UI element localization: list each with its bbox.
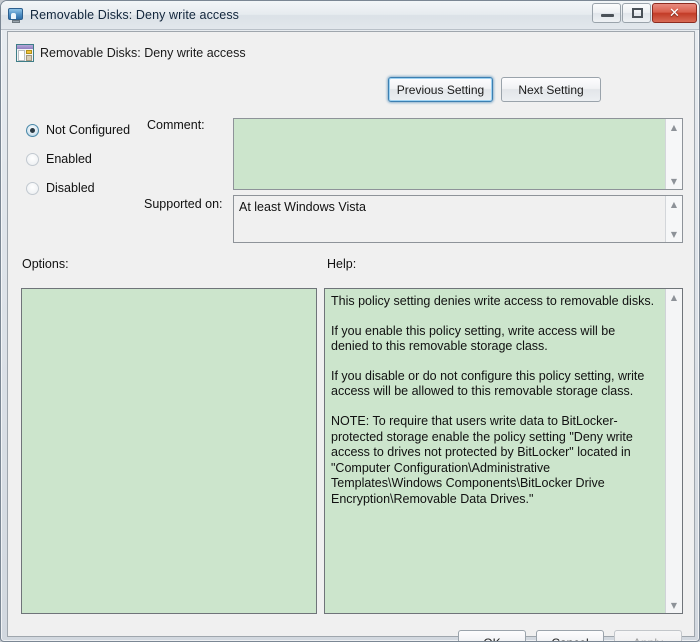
supported-on-value: At least Windows Vista bbox=[239, 200, 366, 214]
radio-enabled-label: Enabled bbox=[46, 152, 92, 166]
scroll-down-icon[interactable]: ▼ bbox=[666, 597, 682, 613]
radio-not-configured-indicator[interactable] bbox=[26, 123, 39, 137]
scroll-down-icon[interactable]: ▼ bbox=[666, 173, 682, 189]
close-icon: ✕ bbox=[669, 5, 680, 21]
radio-enabled[interactable]: Enabled bbox=[26, 151, 92, 167]
title-bar[interactable]: Removable Disks: Deny write access ✕ bbox=[1, 1, 699, 30]
window-controls: ✕ bbox=[591, 2, 697, 24]
help-text: This policy setting denies write access … bbox=[331, 294, 656, 508]
options-label: Options: bbox=[22, 257, 69, 271]
next-setting-button[interactable]: Next Setting bbox=[501, 77, 601, 102]
maximize-icon bbox=[632, 8, 643, 18]
supported-on-label: Supported on: bbox=[144, 197, 223, 211]
help-label: Help: bbox=[327, 257, 357, 271]
supported-on-scrollbar[interactable]: ▲ ▼ bbox=[665, 196, 682, 242]
apply-button: Apply bbox=[614, 630, 682, 641]
scroll-down-icon[interactable]: ▼ bbox=[666, 226, 682, 242]
radio-disabled-indicator[interactable] bbox=[26, 181, 39, 195]
radio-not-configured[interactable]: Not Configured bbox=[26, 122, 130, 138]
dialog-client-area: Removable Disks: Deny write access Previ… bbox=[7, 31, 695, 641]
minimize-icon bbox=[601, 14, 614, 17]
minimize-button[interactable] bbox=[592, 3, 621, 23]
ok-button[interactable]: OK bbox=[458, 630, 526, 641]
scroll-up-icon[interactable]: ▲ bbox=[666, 119, 682, 135]
help-paragraph: This policy setting denies write access … bbox=[331, 294, 655, 308]
cancel-button[interactable]: Cancel bbox=[536, 630, 604, 641]
comment-scrollbar[interactable]: ▲ ▼ bbox=[665, 119, 682, 189]
options-panel[interactable] bbox=[21, 288, 317, 614]
window-title: Removable Disks: Deny write access bbox=[30, 8, 240, 22]
radio-disabled-label: Disabled bbox=[46, 181, 95, 195]
supported-on-textarea[interactable]: At least Windows Vista ▲ ▼ bbox=[233, 195, 683, 243]
help-scrollbar[interactable]: ▲ ▼ bbox=[665, 289, 682, 613]
policy-setting-dialog: Removable Disks: Deny write access ✕ Rem… bbox=[0, 0, 700, 642]
comment-label: Comment: bbox=[147, 118, 205, 132]
help-paragraph: If you disable or do not configure this … bbox=[331, 368, 645, 399]
computer-policy-icon bbox=[8, 7, 24, 23]
close-button[interactable]: ✕ bbox=[652, 3, 697, 23]
help-panel[interactable]: This policy setting denies write access … bbox=[324, 288, 683, 614]
policy-setting-icon bbox=[16, 44, 34, 62]
help-paragraph: NOTE: To require that users write data t… bbox=[331, 413, 633, 506]
radio-not-configured-label: Not Configured bbox=[46, 123, 131, 137]
scroll-up-icon[interactable]: ▲ bbox=[666, 196, 682, 212]
radio-disabled[interactable]: Disabled bbox=[26, 180, 95, 196]
previous-setting-button[interactable]: Previous Setting bbox=[388, 77, 493, 102]
radio-enabled-indicator[interactable] bbox=[26, 152, 39, 166]
page-title: Removable Disks: Deny write access bbox=[40, 46, 246, 60]
maximize-button[interactable] bbox=[622, 3, 651, 23]
scroll-up-icon[interactable]: ▲ bbox=[666, 289, 682, 305]
help-paragraph: If you enable this policy setting, write… bbox=[331, 323, 616, 354]
comment-textarea[interactable]: ▲ ▼ bbox=[233, 118, 683, 190]
